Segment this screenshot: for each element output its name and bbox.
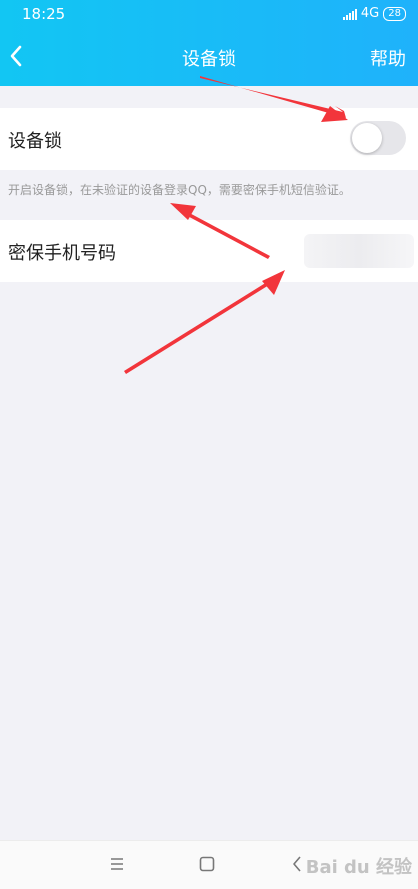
device-lock-label: 设备锁: [8, 131, 62, 152]
network-type: 4G: [360, 6, 380, 21]
help-button[interactable]: 帮助: [370, 45, 406, 71]
header: 18:25 4G 28 设备锁 帮助: [0, 0, 418, 86]
device-lock-toggle[interactable]: [350, 121, 406, 155]
page-title: 设备锁: [182, 49, 236, 70]
signal-icon: [342, 8, 357, 20]
device-lock-row[interactable]: 设备锁: [0, 108, 418, 170]
toggle-knob: [352, 123, 382, 153]
arrow-to-phone: [124, 277, 277, 374]
battery-icon: 28: [383, 6, 406, 21]
phone-row[interactable]: 密保手机号码: [0, 220, 418, 282]
arrow-to-hint-head: [170, 203, 196, 220]
phone-value-redacted: [304, 234, 414, 268]
back-nav-icon[interactable]: [286, 853, 308, 875]
device-lock-hint: 开启设备锁，在未验证的设备登录QQ，需要密保手机短信验证。: [8, 183, 351, 197]
home-icon[interactable]: [196, 853, 218, 875]
status-indicators: 4G 28: [342, 6, 406, 21]
status-time: 18:25: [22, 5, 66, 23]
menu-icon[interactable]: [106, 853, 128, 875]
watermark: Bai du 经验: [305, 857, 412, 878]
phone-label: 密保手机号码: [8, 243, 116, 264]
nav-bar: 设备锁 帮助: [0, 28, 418, 86]
battery-level: 28: [388, 7, 401, 19]
status-bar: 18:25 4G 28: [0, 0, 418, 28]
